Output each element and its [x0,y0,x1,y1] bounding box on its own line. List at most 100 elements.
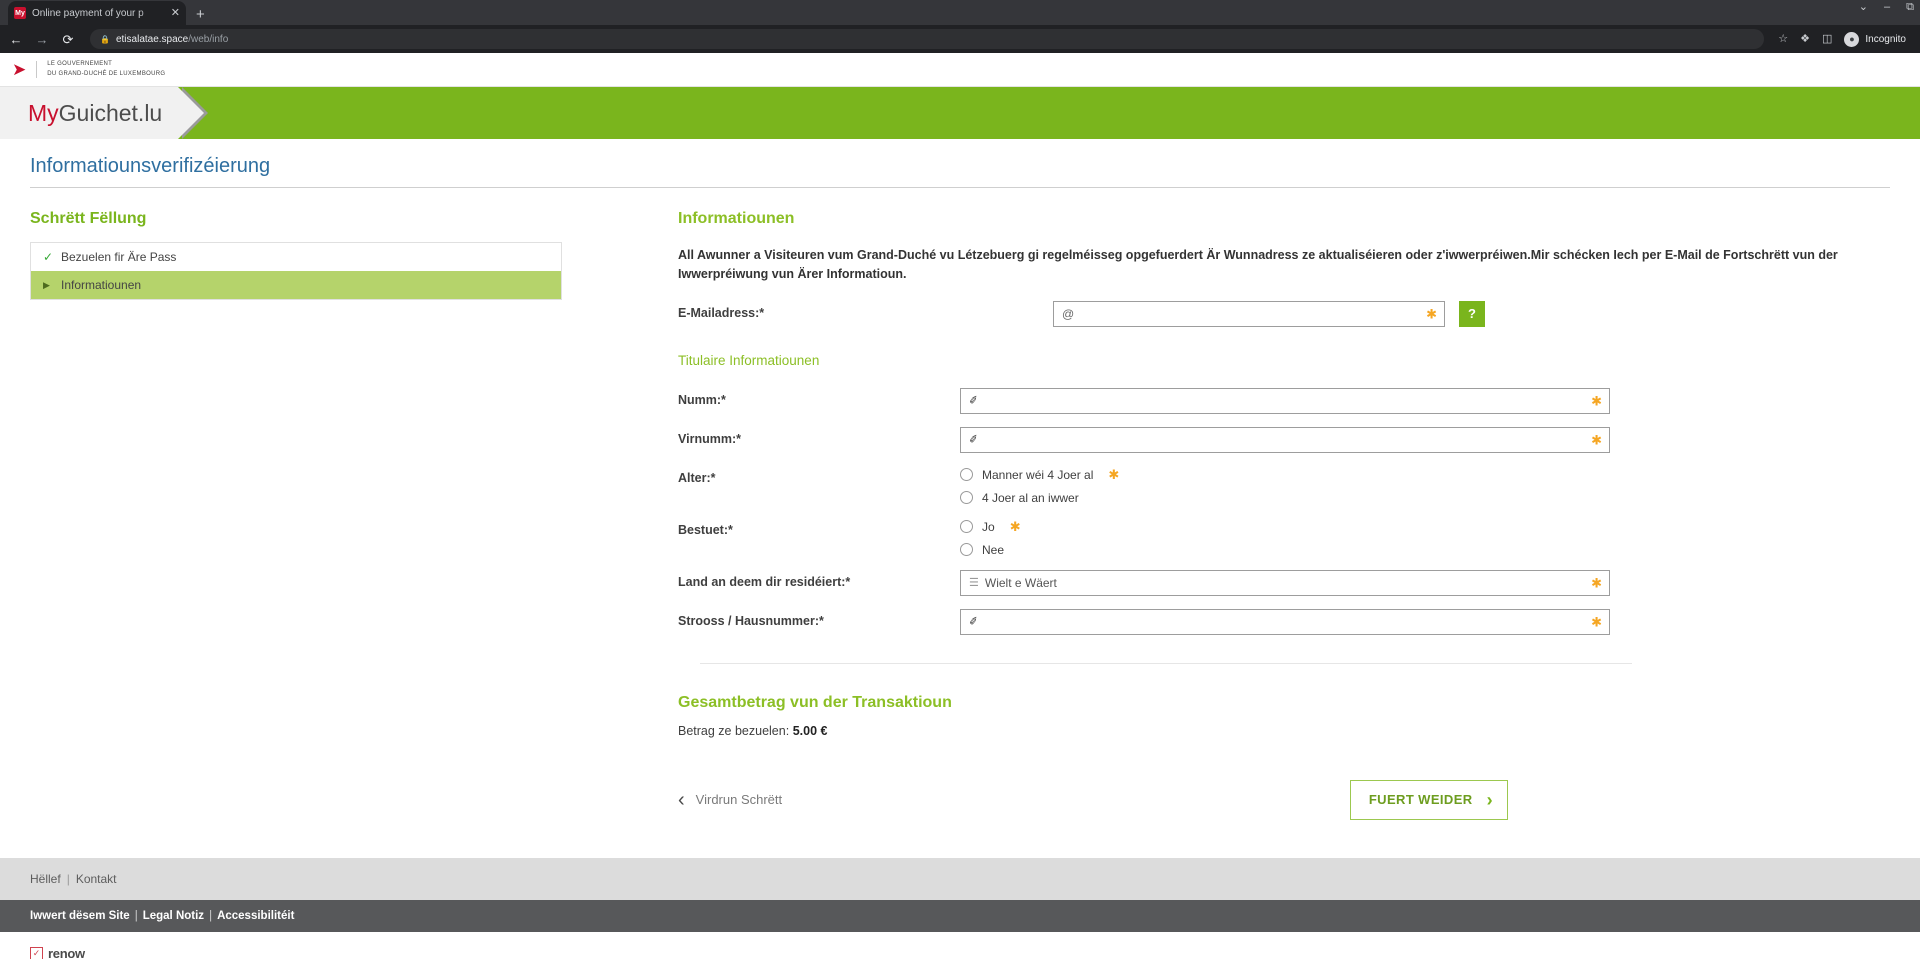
help-button[interactable]: ? [1459,300,1485,327]
bestuet-option-nee[interactable]: Nee [960,543,1021,557]
tab-favicon: My [14,7,26,19]
renow-logo: ✓ renow [0,932,1920,959]
footer-link-accessibility[interactable]: Accessibilitéit [217,910,294,922]
pencil-icon: ✐ [968,394,980,408]
required-asterisk-icon: ✱ [1591,393,1602,409]
page-title: Informatiounsverifizéierung [30,155,1890,188]
footer-link-kontakt[interactable]: Kontakt [76,872,117,886]
tab-title: Online payment of your p [32,7,144,19]
incognito-label: Incognito [1865,33,1906,45]
radio-button-icon[interactable] [960,491,973,505]
check-icon: ✓ [43,250,54,264]
luxembourg-lion-icon: ➤ [12,61,38,78]
radio-button-icon[interactable] [960,543,973,557]
maximize-icon[interactable]: ⧉ [1906,2,1914,13]
list-icon: ☰ [969,577,979,590]
alter-option-label: 4 Joer al an iwwer [982,490,1079,505]
government-bar: ➤ LE GOUVERNEMENT DU GRAND-DUCHÉ DE LUXE… [0,53,1920,87]
field-row-numm: Numm:* ✐ ✱ [678,387,1890,414]
field-row-email: E-Mailadress:* @ ✱ ? [678,300,1890,327]
bestuet-option-label: Jo [982,519,995,534]
page-title-container: Informatiounsverifizéierung [0,139,1920,188]
step-label: Informatiounen [61,278,142,292]
renow-check-icon: ✓ [30,946,43,959]
next-step-label: FUERT WEIDER [1368,792,1473,808]
previous-step-button[interactable]: ‹ Virdrun Schrëtt [678,790,782,810]
land-select[interactable]: ☰ Wielt e Wäert ✱ [960,569,1610,596]
next-step-button[interactable]: FUERT WEIDER › [1349,779,1508,820]
alter-option-under4[interactable]: Manner wéi 4 Joer al ✱ [960,468,1119,482]
url-text: etisalatae.space/web/info [116,34,228,45]
gov-line-2: DU GRAND-DUCHÉ DE LUXEMBOURG [47,70,166,77]
incognito-avatar-icon: ● [1844,31,1860,47]
form-divider [700,662,1632,664]
url-domain: etisalatae.space [115,33,189,45]
browser-toolbar: ← → ⟳ 🔒 etisalatae.space/web/info ☆ ❖ ◫ … [0,25,1920,53]
side-panel-icon[interactable]: ◫ [1822,33,1832,45]
numm-input[interactable]: ✐ ✱ [960,387,1610,414]
virnumm-input[interactable]: ✐ ✱ [960,426,1610,453]
step-item-informatiounen[interactable]: ▶ Informatiounen [31,271,561,299]
total-amount-line: Betrag ze bezuelen: 5.00 € [678,724,1890,738]
renow-label: renow [48,945,85,959]
step-item-bezuelen[interactable]: ✓ Bezuelen fir Äre Pass [31,243,561,271]
at-icon: @ [1062,306,1075,321]
url-path: /web/info [188,33,229,45]
site-logo[interactable]: My Guichet.lu [0,87,208,139]
bestuet-option-jo[interactable]: Jo ✱ [960,520,1021,534]
required-asterisk-icon: ✱ [1591,575,1602,591]
extensions-puzzle-icon[interactable]: ❖ [1800,33,1810,45]
required-asterisk-icon: ✱ [1009,519,1021,535]
chevron-down-icon[interactable]: ⌄ [1859,2,1868,13]
land-label: Land an deem dir residéiert:* [678,574,851,589]
footer-link-about-site[interactable]: Iwwert dësem Site [30,910,130,922]
address-bar[interactable]: 🔒 etisalatae.space/web/info [90,29,1765,49]
radio-button-icon[interactable] [960,468,973,482]
browser-tab[interactable]: My Online payment of your p ✕ [8,1,186,25]
footer-link-legal-notice[interactable]: Legal Notiz [143,910,204,922]
alter-option-label: Manner wéi 4 Joer al [982,467,1094,482]
alter-label: Alter:* [678,470,716,485]
reload-icon[interactable]: ⟳ [60,33,76,46]
caret-right-icon: ▶ [43,279,50,290]
body-columns: Schrëtt Fëllung ✓ Bezuelen fir Äre Pass … [0,188,1920,820]
bookmark-star-icon[interactable]: ☆ [1778,33,1788,45]
form-navigation: ‹ Virdrun Schrëtt FUERT WEIDER › [678,779,1508,820]
field-row-alter: Alter:* Manner wéi 4 Joer al ✱ 4 Joer al… [678,466,1890,505]
tab-strip: My Online payment of your p ✕ + ⌄ – ⧉ [0,0,1920,25]
previous-step-label: Virdrun Schrëtt [695,792,783,808]
step-label: Bezuelen fir Äre Pass [61,250,177,264]
field-row-bestuet: Bestuet:* Jo ✱ Nee [678,518,1890,557]
chevron-left-icon: ‹ [678,788,685,811]
strooss-label: Strooss / Hausnummer:* [678,613,824,628]
numm-label: Numm:* [678,392,726,407]
back-icon[interactable]: ← [8,33,24,46]
subsection-heading-titulaire: Titulaire Informatiounen [678,352,820,368]
page-content: ➤ LE GOUVERNEMENT DU GRAND-DUCHÉ DE LUXE… [0,53,1920,959]
footer-separator: | [134,909,138,922]
forward-icon[interactable]: → [34,33,50,46]
strooss-input[interactable]: ✐ ✱ [960,608,1610,635]
total-amount: 5.00 € [792,723,828,738]
radio-button-icon[interactable] [960,520,973,534]
email-input[interactable]: @ ✱ [1053,300,1445,327]
browser-chrome: My Online payment of your p ✕ + ⌄ – ⧉ ← … [0,0,1920,53]
lock-icon: 🔒 [100,34,110,44]
government-wordmark: LE GOUVERNEMENT DU GRAND-DUCHÉ DE LUXEMB… [47,60,165,79]
alter-option-over4[interactable]: 4 Joer al an iwwer [960,491,1119,505]
field-row-land: Land an deem dir residéiert:* ☰ Wielt e … [678,569,1890,596]
email-label: E-Mailadress:* [678,305,765,320]
brand-band: My Guichet.lu [0,87,1920,139]
steps-heading: Schrëtt Fëllung [30,210,147,227]
window-controls: ⌄ – ⧉ [1859,2,1914,13]
footer-link-hellef[interactable]: Hëllef [30,872,61,886]
bestuet-radio-group: Jo ✱ Nee [960,518,1021,557]
form-column: Informatiounen All Awunner a Visiteuren … [650,210,1890,820]
required-asterisk-icon: ✱ [1108,467,1120,483]
new-tab-icon[interactable]: + [196,7,205,22]
logo-prefix: My [28,99,59,126]
bestuet-label: Bestuet:* [678,522,733,537]
close-icon[interactable]: ✕ [171,7,180,19]
incognito-profile-button[interactable]: ● Incognito [1844,31,1906,47]
minimize-icon[interactable]: – [1884,2,1890,13]
